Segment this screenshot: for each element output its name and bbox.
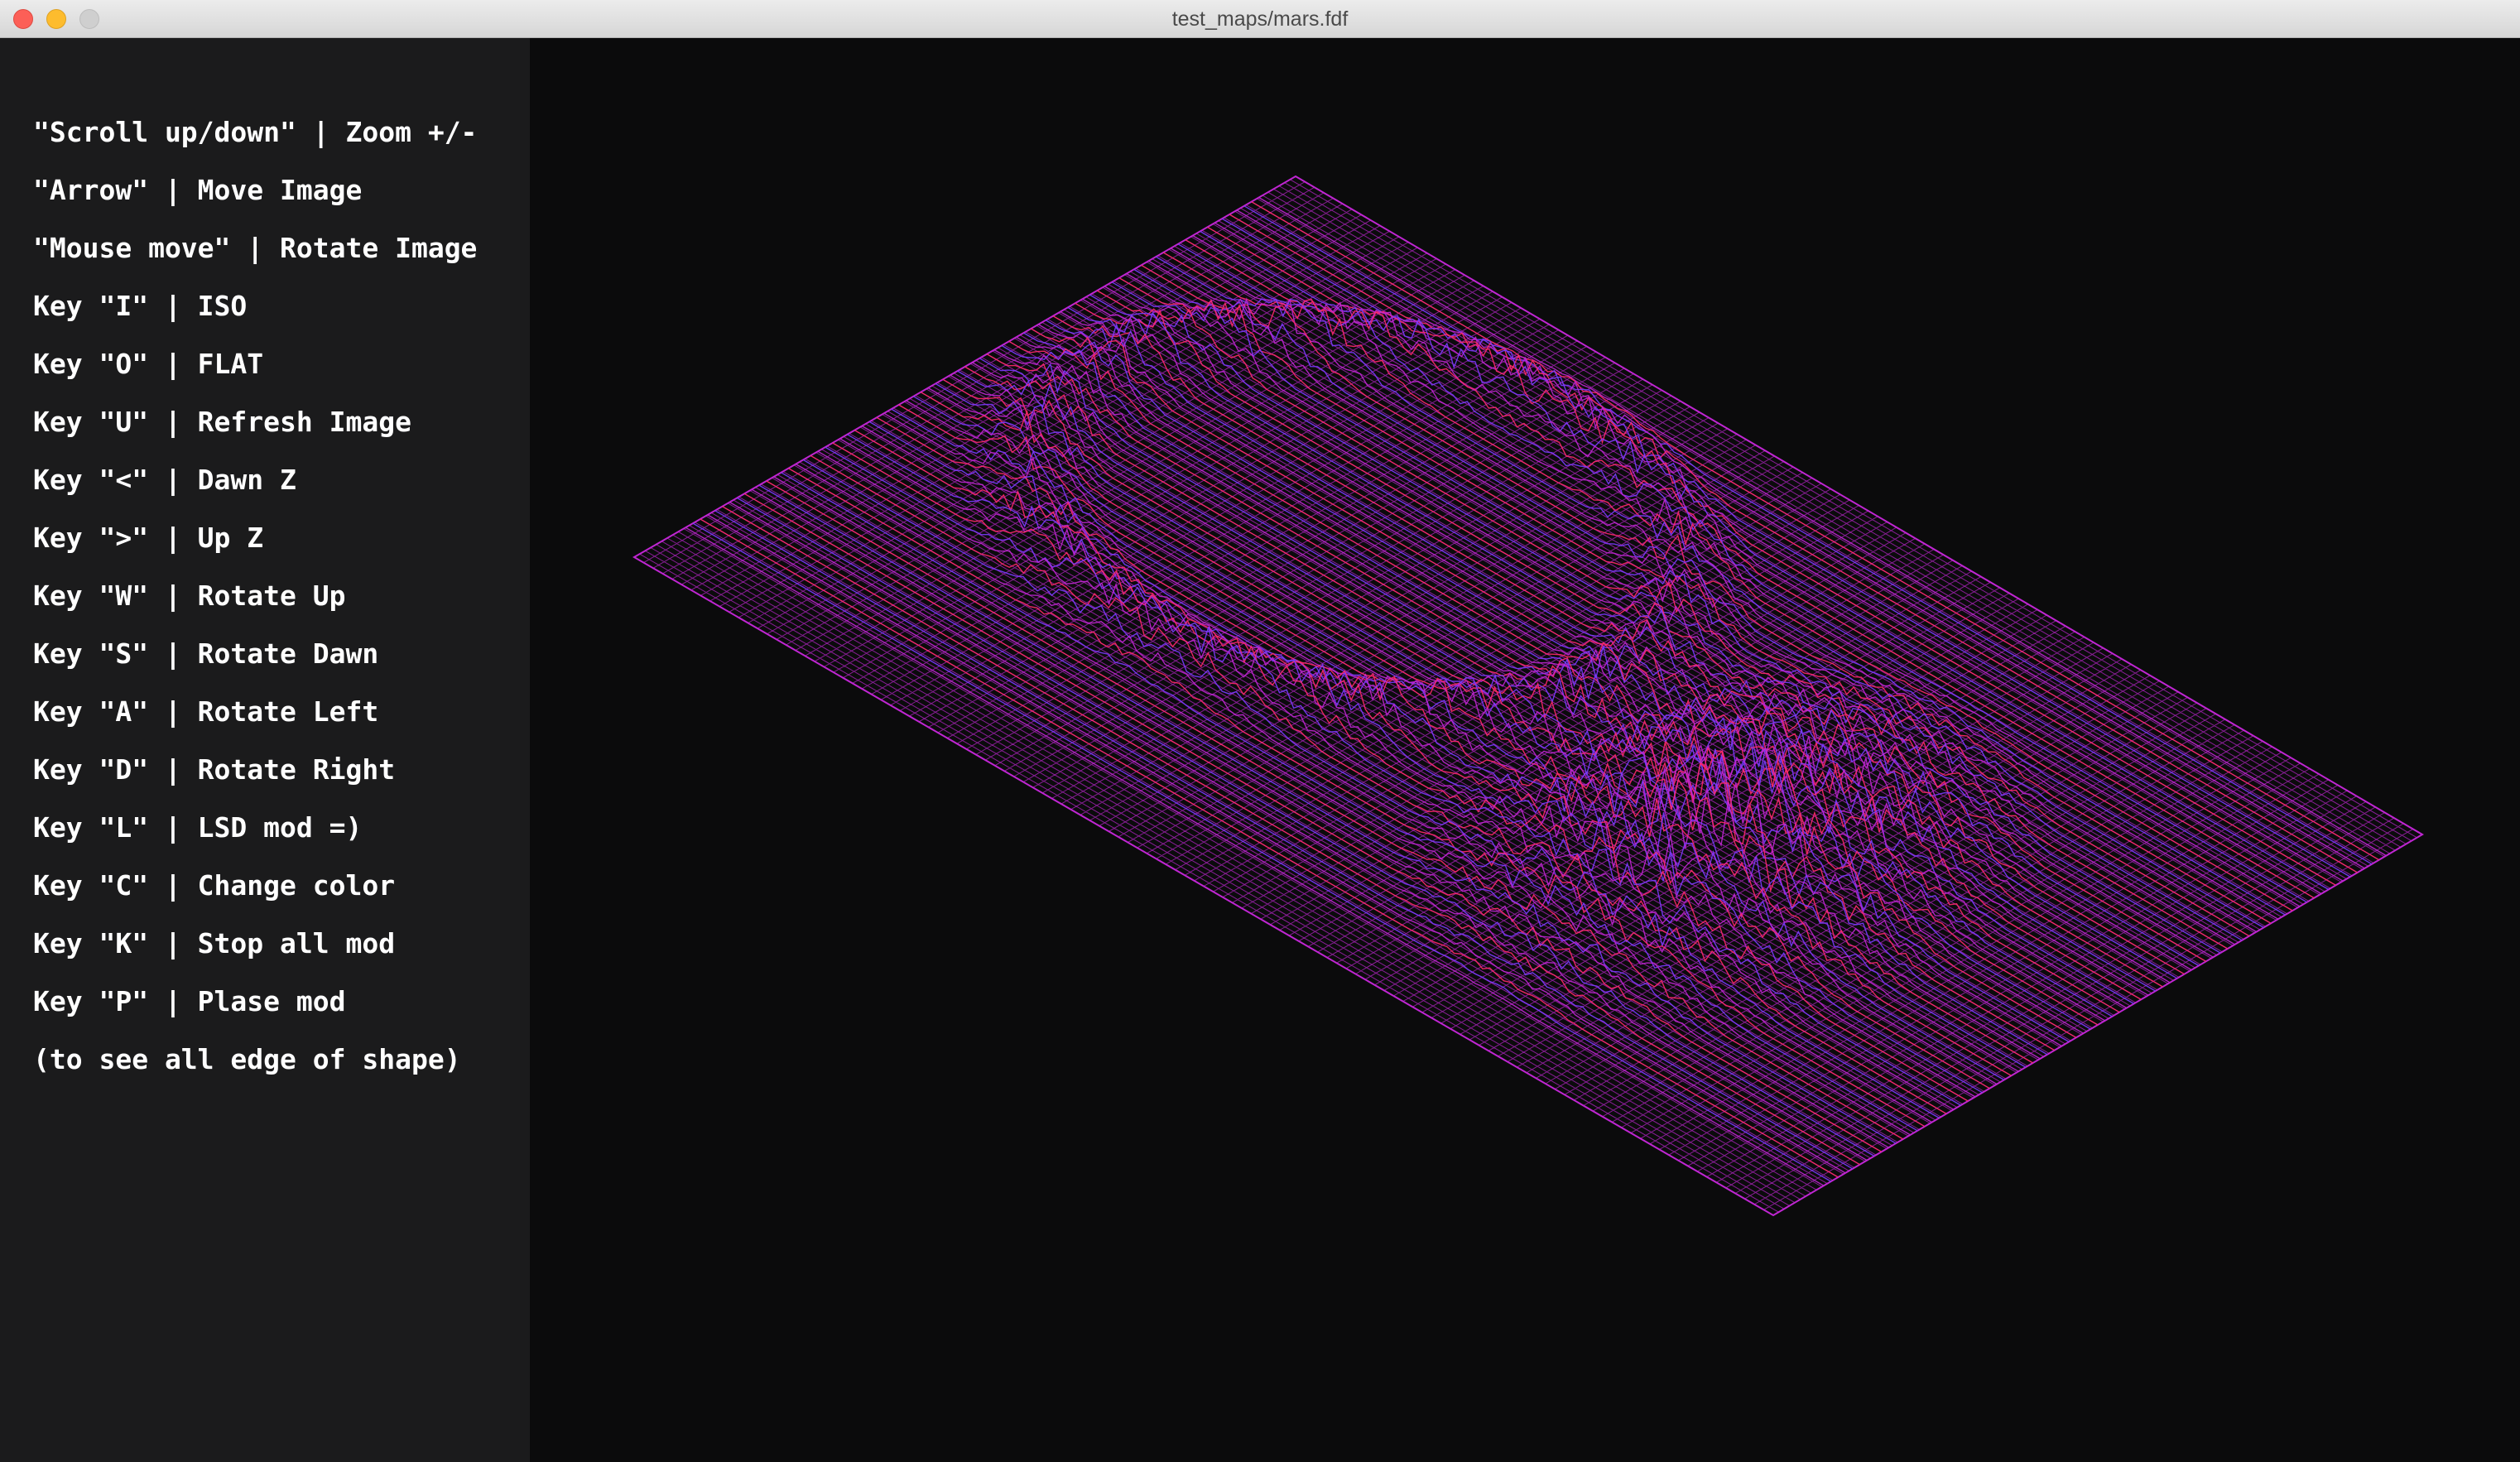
title-bar[interactable]: test_maps/mars.fdf xyxy=(0,0,2520,38)
help-panel: "Scroll up/down" | Zoom +/- "Arrow" | Mo… xyxy=(0,38,530,1462)
help-line-rotate-right: Key "D" | Rotate Right xyxy=(33,753,396,786)
help-line-rotate-mouse: "Mouse move" | Rotate Image xyxy=(33,232,478,264)
help-line-move: "Arrow" | Move Image xyxy=(33,174,363,206)
wireframe-terrain-map xyxy=(632,175,2424,1217)
help-line-lsd-mod: Key "L" | LSD mod =) xyxy=(33,811,363,844)
help-line-change-color: Key "C" | Change color xyxy=(33,869,396,902)
help-line-rotate-down: Key "S" | Rotate Dawn xyxy=(33,637,379,670)
window-title: test_maps/mars.fdf xyxy=(1171,7,1349,31)
help-line-flat: Key "O" | FLAT xyxy=(33,348,264,380)
wireframe-relief xyxy=(685,196,2387,1186)
help-line-refresh: Key "U" | Refresh Image xyxy=(33,406,411,438)
grid-lines xyxy=(633,176,2423,1216)
help-line-rotate-up: Key "W" | Rotate Up xyxy=(33,580,346,612)
wireframe-flat-grid xyxy=(633,176,2423,1216)
help-line-note: (to see all edge of shape) xyxy=(33,1043,461,1075)
fdf-window: test_maps/mars.fdf "Scroll up/down" | Zo… xyxy=(0,0,2520,1462)
help-line-iso: Key "I" | ISO xyxy=(33,290,248,322)
help-line-down-z: Key "<" | Dawn Z xyxy=(33,464,296,496)
map-outline xyxy=(632,175,2424,1217)
help-line-rotate-left: Key "A" | Rotate Left xyxy=(33,695,379,728)
render-canvas[interactable] xyxy=(530,38,2520,1462)
help-line-zoom: "Scroll up/down" | Zoom +/- xyxy=(33,116,478,148)
help-line-plase-mod: Key "P" | Plase mod xyxy=(33,985,346,1017)
help-line-stop-mod: Key "K" | Stop all mod xyxy=(33,927,396,959)
help-line-up-z: Key ">" | Up Z xyxy=(33,522,264,554)
